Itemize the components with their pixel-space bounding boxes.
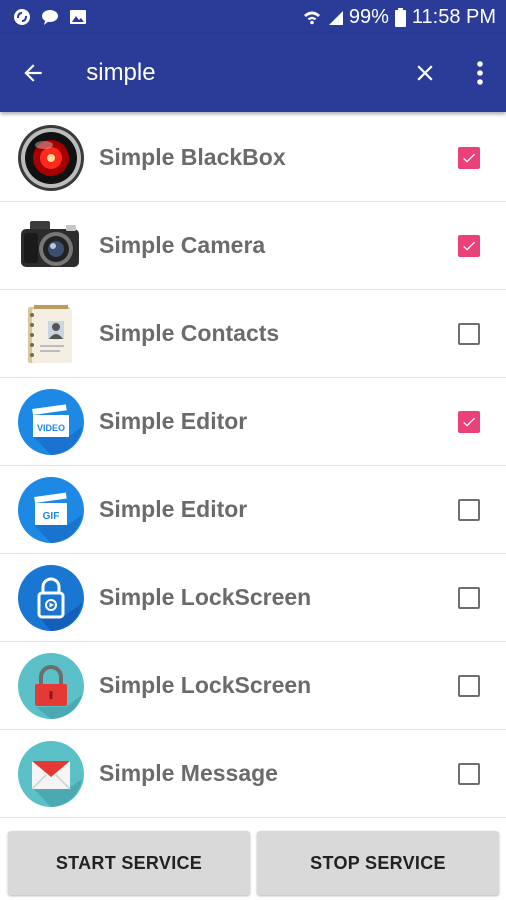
app-name: Simple LockScreen — [99, 584, 312, 610]
clock: 11:58 PM — [411, 5, 496, 28]
sync-notification-icon — [14, 9, 30, 25]
overflow-menu-button[interactable] — [453, 34, 506, 112]
bottom-button-bar: START SERVICE STOP SERVICE — [0, 820, 506, 900]
back-button[interactable] — [0, 34, 66, 112]
check-icon — [463, 417, 475, 427]
select-checkbox[interactable] — [458, 674, 480, 697]
list-item[interactable]: GIF Simple Editor — [0, 466, 506, 554]
gif-clapper-icon: GIF — [16, 475, 86, 545]
red-lock-icon — [16, 651, 86, 721]
close-icon — [417, 65, 433, 81]
select-checkbox[interactable] — [458, 586, 480, 609]
app-name: Simple Camera — [99, 232, 266, 258]
search-input[interactable] — [66, 53, 397, 93]
more-vert-icon — [476, 61, 483, 85]
battery-percent: 99% — [348, 5, 389, 28]
check-icon — [463, 241, 475, 251]
app-name: Simple Editor — [99, 408, 248, 434]
video-clapper-icon: VIDEO — [16, 387, 86, 457]
app-list: Simple BlackBox Simple Camera Simple Con… — [0, 114, 506, 820]
select-checkbox[interactable] — [458, 762, 480, 785]
list-item[interactable]: Simple LockScreen — [0, 642, 506, 730]
system-status: 99% 11:58 PM — [303, 6, 496, 29]
status-bar: 99% 11:58 PM — [0, 0, 506, 34]
signal-icon — [328, 11, 343, 25]
camera-icon — [16, 211, 86, 281]
app-name: Simple BlackBox — [99, 144, 286, 170]
contacts-book-icon — [16, 299, 86, 369]
app-bar — [0, 34, 506, 112]
select-checkbox[interactable] — [458, 322, 480, 345]
select-checkbox[interactable] — [458, 146, 480, 169]
app-name: Simple Editor — [99, 496, 248, 522]
chat-notification-icon — [42, 10, 58, 25]
select-checkbox[interactable] — [458, 234, 480, 257]
check-icon — [463, 153, 475, 163]
blue-lock-icon — [16, 563, 86, 633]
notification-icons — [12, 7, 88, 27]
list-item[interactable]: Simple Camera — [0, 202, 506, 290]
select-checkbox[interactable] — [458, 410, 480, 433]
battery-icon — [394, 7, 406, 27]
list-item[interactable]: Simple BlackBox — [0, 114, 506, 202]
envelope-icon — [16, 739, 86, 809]
video-badge-text: VIDEO — [37, 423, 65, 433]
wifi-icon — [303, 11, 320, 25]
start-service-button[interactable]: START SERVICE — [8, 831, 250, 895]
red-eye-icon — [16, 123, 86, 193]
list-item[interactable]: Simple Message — [0, 730, 506, 818]
gif-badge-text: GIF — [43, 511, 60, 522]
select-checkbox[interactable] — [458, 498, 480, 521]
clear-search-button[interactable] — [396, 34, 453, 112]
stop-service-button[interactable]: STOP SERVICE — [257, 831, 499, 895]
list-item[interactable]: Simple LockScreen — [0, 554, 506, 642]
app-name: Simple Contacts — [99, 320, 280, 346]
app-name: Simple Message — [99, 760, 278, 786]
list-item[interactable]: Simple Contacts — [0, 290, 506, 378]
app-name: Simple LockScreen — [99, 672, 312, 698]
list-item[interactable]: VIDEO Simple Editor — [0, 378, 506, 466]
image-notification-icon — [70, 10, 86, 24]
back-arrow-icon — [24, 64, 42, 82]
